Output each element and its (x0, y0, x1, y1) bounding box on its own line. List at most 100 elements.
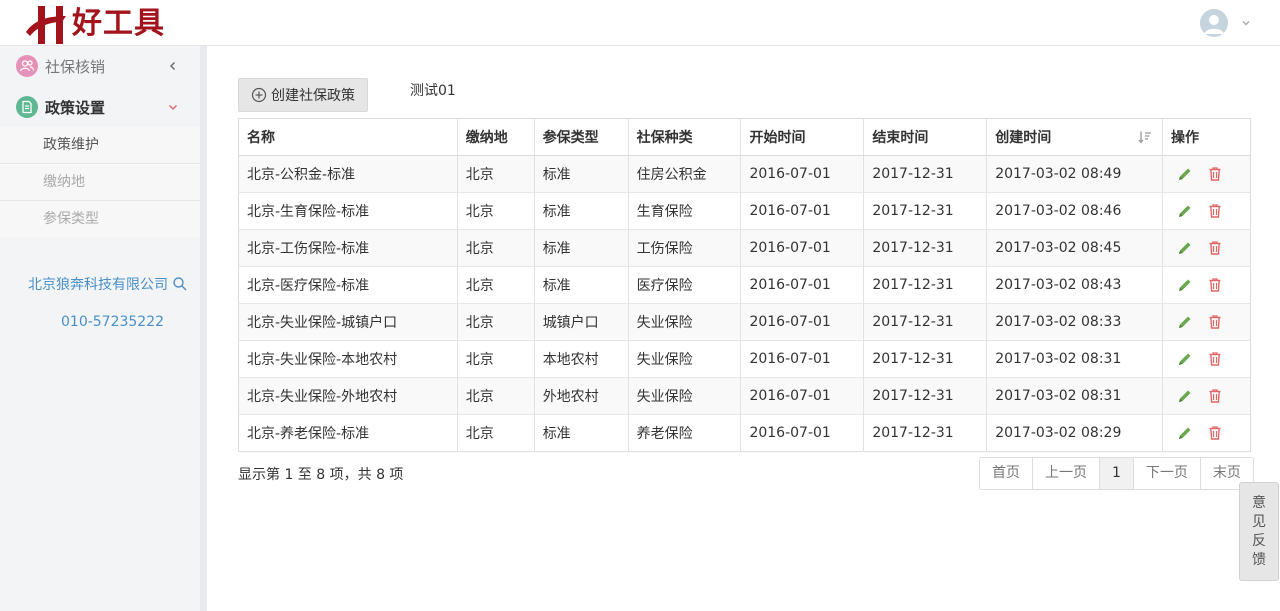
cell-name: 北京-失业保险-外地农村 (238, 377, 458, 415)
column-header-created-time-label: 创建时间 (995, 130, 1052, 146)
logo[interactable]: 好工具 (22, 2, 165, 46)
cell-location: 北京 (457, 414, 535, 452)
cell-category: 住房公积金 (628, 155, 742, 193)
avatar[interactable] (1200, 9, 1228, 37)
page-1-button[interactable]: 1 (1100, 458, 1134, 489)
feedback-char: 馈 (1252, 551, 1266, 568)
feedback-button[interactable]: 意 见 反 馈 (1239, 482, 1279, 581)
cell-name: 北京-工伤保险-标准 (238, 229, 458, 267)
edit-pencil-icon[interactable] (1177, 351, 1193, 367)
cell-location: 北京 (457, 377, 535, 415)
edit-pencil-icon[interactable] (1177, 314, 1193, 330)
cell-insurance-type: 标准 (534, 229, 629, 267)
column-header-name[interactable]: 名称 (238, 118, 458, 156)
column-header-start-date[interactable]: 开始时间 (740, 118, 865, 156)
cell-name: 北京-公积金-标准 (238, 155, 458, 193)
cell-actions (1162, 155, 1251, 193)
cell-actions (1162, 303, 1251, 341)
cell-insurance-type: 外地农村 (534, 377, 629, 415)
chevron-left-icon (166, 59, 180, 73)
column-header-end-date[interactable]: 结束时间 (863, 118, 988, 156)
cell-created-time: 2017-03-02 08:31 (986, 377, 1164, 415)
cell-end-date: 2017-12-31 (863, 266, 988, 304)
cell-location: 北京 (457, 303, 535, 341)
cell-end-date: 2017-12-31 (863, 340, 988, 378)
delete-trash-icon[interactable] (1207, 240, 1223, 256)
test-label: 测试01 (410, 83, 456, 99)
cell-start-date: 2016-07-01 (740, 377, 865, 415)
submenu-policy-settings: 政策维护 缴纳地 参保类型 (0, 127, 200, 237)
cell-insurance-type: 标准 (534, 414, 629, 452)
row-actions (1171, 351, 1250, 367)
column-header-category[interactable]: 社保种类 (628, 118, 742, 156)
edit-pencil-icon[interactable] (1177, 425, 1193, 441)
table-body: 北京-公积金-标准 北京 标准 住房公积金 2016-07-01 2017-12-31 20… (238, 155, 1251, 452)
user-avatar-icon (1200, 9, 1228, 37)
delete-trash-icon[interactable] (1207, 314, 1223, 330)
delete-trash-icon[interactable] (1207, 166, 1223, 182)
cell-category: 失业保险 (628, 340, 742, 378)
cell-start-date: 2016-07-01 (740, 414, 865, 452)
cell-location: 北京 (457, 266, 535, 304)
delete-trash-icon[interactable] (1207, 425, 1223, 441)
cell-location: 北京 (457, 229, 535, 267)
cell-end-date: 2017-12-31 (863, 155, 988, 193)
column-header-actions: 操作 (1162, 118, 1251, 156)
company-link[interactable]: 北京狼奔科技有限公司 (28, 274, 188, 294)
edit-pencil-icon[interactable] (1177, 240, 1193, 256)
delete-trash-icon[interactable] (1207, 351, 1223, 367)
table-row: 北京-生育保险-标准 北京 标准 生育保险 2016-07-01 2017-12-31 20… (238, 192, 1251, 230)
column-header-insurance-type[interactable]: 参保类型 (534, 118, 629, 156)
document-icon (16, 96, 38, 118)
edit-pencil-icon[interactable] (1177, 277, 1193, 293)
cell-actions (1162, 192, 1251, 230)
cell-created-time: 2017-03-02 08:29 (986, 414, 1164, 452)
edit-pencil-icon[interactable] (1177, 203, 1193, 219)
cell-category: 失业保险 (628, 377, 742, 415)
cell-start-date: 2016-07-01 (740, 155, 865, 193)
column-header-created-time[interactable]: 创建时间 (986, 118, 1164, 156)
create-policy-button[interactable]: 创建社保政策 (238, 78, 368, 112)
row-actions (1171, 166, 1250, 182)
sidebar-item-social-security[interactable]: 社保核销 (0, 46, 200, 86)
cell-end-date: 2017-12-31 (863, 229, 988, 267)
previous-page-button[interactable]: 上一页 (1033, 458, 1100, 489)
table-header-row: 名称 缴纳地 参保类型 社保种类 开始时间 结束时间 创建时间 操作 (238, 118, 1251, 156)
table-row: 北京-失业保险-外地农村 北京 外地农村 失业保险 2016-07-01 2017-12-… (238, 377, 1251, 415)
policy-table: 名称 缴纳地 参保类型 社保种类 开始时间 结束时间 创建时间 操作 北京-公积… (238, 118, 1251, 452)
table-row: 北京-失业保险-本地农村 北京 本地农村 失业保险 2016-07-01 2017-12-… (238, 340, 1251, 378)
pagination-info: 显示第 1 至 8 项，共 8 项 (238, 467, 404, 483)
cell-created-time: 2017-03-02 08:49 (986, 155, 1164, 193)
sort-descending-icon[interactable] (1138, 130, 1152, 144)
cell-location: 北京 (457, 340, 535, 378)
cell-created-time: 2017-03-02 08:45 (986, 229, 1164, 267)
delete-trash-icon[interactable] (1207, 388, 1223, 404)
cell-start-date: 2016-07-01 (740, 192, 865, 230)
submenu-item-insurance-type[interactable]: 参保类型 (0, 201, 200, 237)
cell-start-date: 2016-07-01 (740, 266, 865, 304)
sidebar-item-label: 政策设置 (45, 98, 106, 117)
first-page-button[interactable]: 首页 (980, 458, 1033, 489)
delete-trash-icon[interactable] (1207, 203, 1223, 219)
next-page-button[interactable]: 下一页 (1133, 458, 1201, 489)
cell-actions (1162, 266, 1251, 304)
row-actions (1171, 314, 1250, 330)
cell-name: 北京-生育保险-标准 (238, 192, 458, 230)
cell-name: 北京-医疗保险-标准 (238, 266, 458, 304)
submenu-item-policy-maintenance[interactable]: 政策维护 (0, 127, 200, 163)
column-header-location[interactable]: 缴纳地 (457, 118, 535, 156)
edit-pencil-icon[interactable] (1177, 166, 1193, 182)
cell-actions (1162, 229, 1251, 267)
chevron-down-icon[interactable] (1240, 17, 1252, 29)
delete-trash-icon[interactable] (1207, 277, 1223, 293)
cell-category: 失业保险 (628, 303, 742, 341)
sidebar-divider (200, 46, 207, 611)
sidebar-item-policy-settings[interactable]: 政策设置 (0, 87, 200, 127)
cell-name: 北京-失业保险-城镇户口 (238, 303, 458, 341)
cell-created-time: 2017-03-02 08:43 (986, 266, 1164, 304)
submenu-item-payment-location[interactable]: 缴纳地 (0, 164, 200, 200)
cell-end-date: 2017-12-31 (863, 414, 988, 452)
cell-end-date: 2017-12-31 (863, 377, 988, 415)
cell-end-date: 2017-12-31 (863, 192, 988, 230)
edit-pencil-icon[interactable] (1177, 388, 1193, 404)
